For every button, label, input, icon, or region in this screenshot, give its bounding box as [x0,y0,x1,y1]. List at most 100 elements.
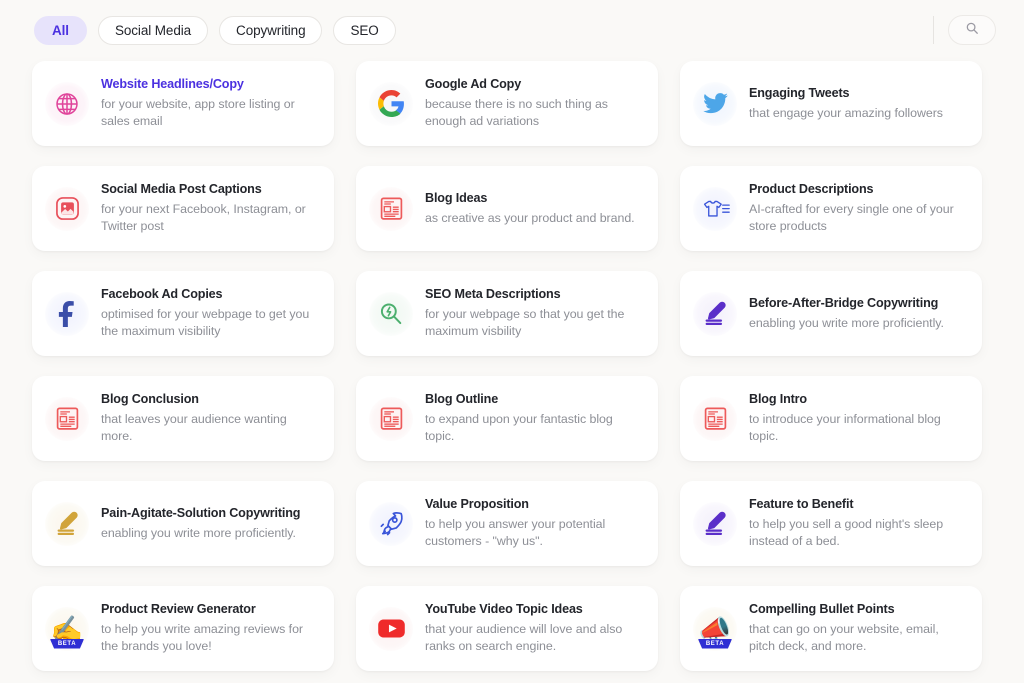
template-card-title: SEO Meta Descriptions [425,287,644,303]
template-card[interactable]: YouTube Video Topic Ideas that your audie… [356,586,658,671]
search-button[interactable] [948,15,996,45]
template-card-body: Product Review Generator to help you writ… [101,601,320,656]
template-card[interactable]: ✍️BETA Product Review Generator to help yo… [32,586,334,671]
writing-hand-icon: ✍️BETA [45,607,89,651]
beta-badge: BETA [698,639,732,649]
template-card-description: AI-crafted for every single one of your … [749,201,968,236]
template-card-description: optimised for your webpage to get you th… [101,306,320,341]
tshirt-list-icon [693,187,737,231]
toolbar-right-group [933,15,996,45]
template-card-description: that leaves your audience wanting more. [101,411,320,446]
template-card[interactable]: Blog Outline to expand upon your fantasti… [356,376,658,461]
template-card-description: to expand upon your fantastic blog topic… [425,411,644,446]
template-card-body: Facebook Ad Copies optimised for your web… [101,286,320,341]
template-card-description: to help you sell a good night's sleep in… [749,516,968,551]
megaphone-icon: 📣BETA [693,607,737,651]
newspaper-article-icon [693,397,737,441]
template-card-description: that engage your amazing followers [749,105,943,123]
template-card-title: Pain-Agitate-Solution Copywriting [101,506,300,522]
template-card-body: Blog Outline to expand upon your fantasti… [425,391,644,446]
template-card-title: Blog Intro [749,392,968,408]
template-card-title: Website Headlines/Copy [101,77,320,93]
twitter-bird-icon [693,82,737,126]
pen-underline-icon [693,292,737,336]
template-card-title: Product Review Generator [101,602,320,618]
template-card-title: Compelling Bullet Points [749,602,968,618]
google-logo-icon [369,82,413,126]
template-card[interactable]: Social Media Post Captions for your next … [32,166,334,251]
template-card-title: YouTube Video Topic Ideas [425,602,644,618]
template-card[interactable]: Blog Ideasas creative as your product an… [356,166,658,251]
newspaper-article-icon [369,187,413,231]
template-card-body: Social Media Post Captions for your next … [101,181,320,236]
template-card-title: Blog Ideas [425,191,635,207]
facebook-f-icon [45,292,89,336]
filter-pill-copywriting[interactable]: Copywriting [219,16,322,45]
template-card[interactable]: Blog Intro to introduce your informationa… [680,376,982,461]
template-card-description: to introduce your informational blog top… [749,411,968,446]
template-card-title: Feature to Benefit [749,497,968,513]
template-card-body: Value Proposition to help you answer your… [425,496,644,551]
template-card-description: because there is no such thing as enough… [425,96,644,131]
template-card[interactable]: Blog Conclusion that leaves your audience… [32,376,334,461]
pen-underline-icon [45,502,89,546]
template-gallery-page: AllSocial MediaCopywritingSEO Website He [0,0,1024,683]
template-card-title: Engaging Tweets [749,86,943,102]
template-card-body: Google Ad Copy because there is no such t… [425,76,644,131]
newspaper-article-icon [369,397,413,441]
template-card-description: to help you answer your potential custom… [425,516,644,551]
template-card[interactable]: Feature to Benefit to help you sell a goo… [680,481,982,566]
template-card-body: SEO Meta Descriptions for your webpage so… [425,286,644,341]
template-card[interactable]: Before-After-Bridge Copywriting enabling … [680,271,982,356]
youtube-play-icon [369,607,413,651]
template-card-body: Product DescriptionsAI-crafted for every… [749,181,968,236]
template-card[interactable]: Google Ad Copy because there is no such t… [356,61,658,146]
template-card[interactable]: Engaging Tweets that engage your amazing … [680,61,982,146]
template-card-body: YouTube Video Topic Ideas that your audie… [425,601,644,656]
template-card-title: Value Proposition [425,497,644,513]
pen-underline-icon [693,502,737,546]
template-card-title: Before-After-Bridge Copywriting [749,296,944,312]
template-card[interactable]: Pain-Agitate-Solution Copywriting enablin… [32,481,334,566]
globe-icon [45,82,89,126]
template-card-grid: Website Headlines/Copy for your website, … [0,61,1024,671]
template-card-description: that your audience will love and also ra… [425,621,644,656]
template-card-body: Pain-Agitate-Solution Copywriting enablin… [101,505,300,542]
template-card[interactable]: Facebook Ad Copies optimised for your web… [32,271,334,356]
template-card[interactable]: Website Headlines/Copy for your website, … [32,61,334,146]
filter-pill-group: All Social Media Copywriting SEO [34,16,396,45]
template-card-title: Google Ad Copy [425,77,644,93]
template-card-description: enabling you write more proficiently. [749,315,944,333]
template-card-title: Blog Outline [425,392,644,408]
template-card-body: Before-After-Bridge Copywriting enabling … [749,295,944,332]
template-card-body: Engaging Tweets that engage your amazing … [749,85,943,122]
toolbar-divider [933,16,934,44]
search-icon [965,21,979,40]
filter-pill-all[interactable]: All [34,16,87,45]
template-card-description: for your website, app store listing or s… [101,96,320,131]
template-card-title: Blog Conclusion [101,392,320,408]
template-card-description: to help you write amazing reviews for th… [101,621,320,656]
template-card-description: enabling you write more proficiently. [101,525,300,543]
template-card-description: for your webpage so that you get the max… [425,306,644,341]
template-card-body: Compelling Bullet Points that can go on y… [749,601,968,656]
template-card[interactable]: SEO Meta Descriptions for your webpage so… [356,271,658,356]
template-card-description: for your next Facebook, Instagram, or Tw… [101,201,320,236]
template-card[interactable]: 📣BETA Compelling Bullet Points that can go… [680,586,982,671]
filter-pill-seo[interactable]: SEO [333,16,395,45]
beta-badge: BETA [50,639,84,649]
template-card[interactable]: Value Proposition to help you answer your… [356,481,658,566]
template-card-title: Social Media Post Captions [101,182,320,198]
newspaper-article-icon [45,397,89,441]
filter-toolbar: All Social Media Copywriting SEO [0,0,1024,60]
rocket-icon [369,502,413,546]
template-card-body: Feature to Benefit to help you sell a goo… [749,496,968,551]
template-card-body: Website Headlines/Copy for your website, … [101,76,320,131]
template-card[interactable]: Product DescriptionsAI-crafted for every… [680,166,982,251]
filter-pill-social-media[interactable]: Social Media [98,16,208,45]
image-photo-icon [45,187,89,231]
template-card-description: that can go on your website, email, pitc… [749,621,968,656]
template-card-title: Facebook Ad Copies [101,287,320,303]
template-card-body: Blog Intro to introduce your informationa… [749,391,968,446]
template-card-body: Blog Ideasas creative as your product an… [425,190,635,227]
